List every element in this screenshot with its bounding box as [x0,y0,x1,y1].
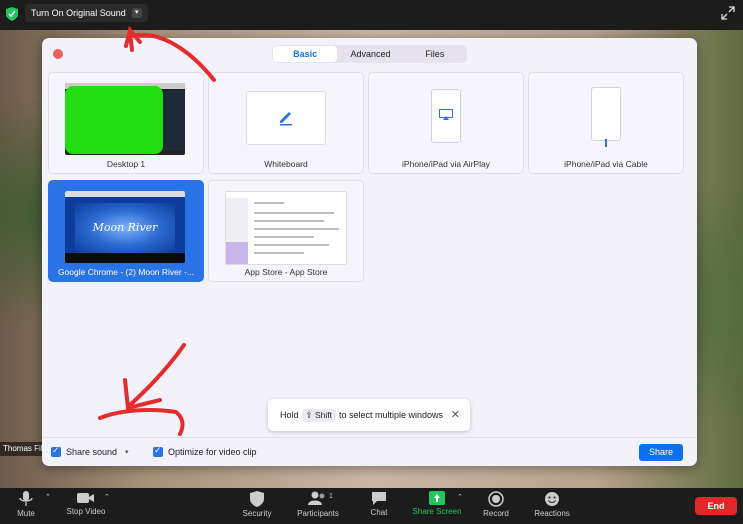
video-camera-icon [77,493,94,503]
iphone-thumbnail [431,89,461,143]
share-screen-dialog: Basic Advanced Files Desktop 1 Whiteboar… [42,38,697,466]
close-icon[interactable]: ✕ [451,408,460,421]
share-screen-icon [429,491,445,505]
chevron-down-icon[interactable]: ▾ [125,448,129,456]
airplay-icon [439,109,453,120]
mute-label: Mute [17,509,35,518]
tile-google-chrome[interactable]: Moon River Google Chrome - (2) Moon Rive… [48,180,204,282]
tile-label: iPhone/iPad via AirPlay [402,159,490,169]
chevron-down-icon[interactable]: ▾ [131,8,142,18]
chevron-up-icon[interactable]: ⌃ [104,493,110,501]
meeting-toolbar: Mute ⌃ Stop Video ⌃ Security Participant… [0,488,743,524]
pencil-icon [280,112,292,126]
iphone-thumbnail [591,87,621,141]
chat-label: Chat [370,508,388,517]
meeting-top-bar: Turn On Original Sound ▾ [0,0,743,30]
original-sound-button[interactable]: Turn On Original Sound ▾ [25,4,148,22]
tile-app-store[interactable]: App Store - App Store [208,180,364,282]
participants-count: 1 [329,493,333,500]
multi-select-tooltip: Hold ⇧ Shift to select multiple windows … [268,399,470,431]
chevron-up-icon[interactable]: ⌃ [45,493,51,501]
optimize-video-checkbox[interactable]: Optimize for video clip [153,445,257,457]
record-icon [488,491,504,507]
microphone-icon [19,491,33,506]
app-store-thumbnail [225,191,347,265]
chrome-thumbnail: Moon River [65,191,185,263]
checkbox-checked-icon[interactable] [51,445,61,457]
smiley-icon [545,492,559,506]
participants-button[interactable]: Participants [288,491,348,518]
security-label: Security [242,509,272,518]
tile-label: Desktop 1 [106,159,146,169]
close-window-button[interactable] [53,49,63,59]
participants-icon [308,491,325,505]
share-screen-label: Share Screen [412,507,462,516]
tile-label: Whiteboard [264,159,308,169]
share-sound-checkbox[interactable]: Share sound ▾ [51,445,129,457]
record-button[interactable]: Record [466,491,526,518]
reactions-label: Reactions [534,509,570,518]
tile-whiteboard[interactable]: Whiteboard [208,72,364,174]
optimize-label: Optimize for video clip [168,447,257,457]
checkbox-checked-icon[interactable] [153,445,163,457]
fullscreen-icon[interactable] [721,6,735,20]
participants-label: Participants [297,509,339,518]
whiteboard-thumbnail [246,91,326,145]
stop-video-label: Stop Video [66,507,106,516]
tile-iphone-airplay[interactable]: iPhone/iPad via AirPlay [368,72,524,174]
tile-iphone-cable[interactable]: iPhone/iPad via Cable [528,72,684,174]
tab-advanced[interactable]: Advanced [338,45,402,63]
tab-basic[interactable]: Basic [273,46,338,62]
chevron-up-icon[interactable]: ⌃ [457,493,463,501]
tile-label: Google Chrome - (2) Moon River -... [57,267,195,277]
shield-icon [6,7,18,21]
reactions-button[interactable]: Reactions [522,491,582,518]
chat-button[interactable]: Chat [349,491,409,517]
participant-name-tag: Thomas Fil [0,442,46,456]
tab-files[interactable]: Files [403,45,467,63]
security-button[interactable]: Security [227,491,287,518]
share-tabs: Basic Advanced Files [272,45,467,63]
shield-icon [250,491,264,507]
tile-desktop-1[interactable]: Desktop 1 [48,72,204,174]
end-meeting-button[interactable]: End [695,497,737,515]
cable-icon [605,139,607,147]
tooltip-text: to select multiple windows [339,410,444,420]
chrome-thumb-title: Moon River [92,221,158,234]
dialog-footer: Share sound ▾ Optimize for video clip Sh… [42,437,697,466]
original-sound-label: Turn On Original Sound [31,8,126,18]
tooltip-hold: Hold [280,410,299,420]
record-label: Record [483,509,509,518]
share-button[interactable]: Share [639,444,683,461]
chat-icon [372,492,386,505]
shift-key-badge: ⇧ Shift [301,408,337,422]
tile-label: iPhone/iPad via Cable [564,159,648,169]
share-sound-label: Share sound [66,447,118,457]
tile-label: App Store - App Store [244,267,328,277]
desktop-thumbnail [65,83,185,155]
